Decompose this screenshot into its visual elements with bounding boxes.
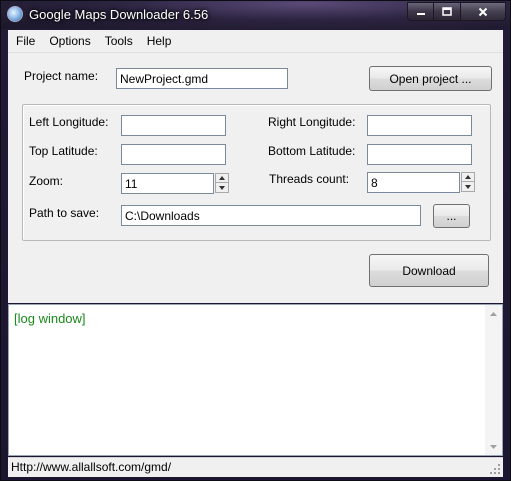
maximize-icon xyxy=(442,7,452,16)
zoom-label: Zoom: xyxy=(29,174,64,188)
menu-bar: File Options Tools Help xyxy=(8,30,503,53)
spin-up-icon xyxy=(219,176,225,180)
project-name-label: Project name: xyxy=(24,69,99,83)
threads-count-input[interactable] xyxy=(367,172,460,193)
threads-spin-down[interactable] xyxy=(461,182,475,192)
minimize-button[interactable] xyxy=(407,2,434,21)
scroll-up-button[interactable] xyxy=(485,305,502,322)
close-icon xyxy=(478,7,488,16)
bottom-latitude-label: Bottom Latitude: xyxy=(268,144,356,158)
zoom-input[interactable] xyxy=(121,173,214,194)
scroll-down-icon xyxy=(490,444,497,449)
right-longitude-input[interactable] xyxy=(367,115,472,136)
menu-tools[interactable]: Tools xyxy=(99,34,139,48)
globe-icon[interactable] xyxy=(7,6,23,22)
app-window: Google Maps Downloader 6.56 File Options… xyxy=(0,0,511,481)
menu-file[interactable]: File xyxy=(10,34,41,48)
spin-up-icon xyxy=(465,175,471,179)
path-to-save-label: Path to save: xyxy=(29,206,100,220)
spin-down-icon xyxy=(465,184,471,189)
threads-count-label: Threads count: xyxy=(269,172,350,186)
status-url: Http://www.allallsoft.com/gmd/ xyxy=(11,460,172,474)
open-project-button[interactable]: Open project ... xyxy=(369,66,492,91)
browse-button[interactable]: ... xyxy=(433,204,470,228)
left-longitude-input[interactable] xyxy=(121,115,226,136)
log-text: [log window] xyxy=(14,311,86,326)
client-area: Project name: Open project ... Left Long… xyxy=(8,53,503,303)
caption-buttons xyxy=(407,2,506,21)
right-longitude-label: Right Longitude: xyxy=(268,115,356,129)
threads-spinner xyxy=(461,172,475,192)
top-latitude-input[interactable] xyxy=(121,144,226,165)
zoom-spin-up[interactable] xyxy=(215,173,229,183)
bottom-latitude-input[interactable] xyxy=(367,144,472,165)
project-name-input[interactable] xyxy=(116,68,288,89)
status-bar: Http://www.allallsoft.com/gmd/ xyxy=(8,457,503,477)
close-button[interactable] xyxy=(461,2,506,21)
title-bar[interactable]: Google Maps Downloader 6.56 xyxy=(1,1,510,29)
zoom-spinner xyxy=(215,173,229,193)
menu-help[interactable]: Help xyxy=(141,34,178,48)
left-longitude-label: Left Longitude: xyxy=(29,115,109,129)
resize-grip-icon[interactable] xyxy=(489,463,501,475)
window-title: Google Maps Downloader 6.56 xyxy=(29,7,209,22)
top-latitude-label: Top Latitude: xyxy=(29,144,98,158)
spin-down-icon xyxy=(219,185,225,190)
scroll-up-icon xyxy=(490,311,497,316)
log-window[interactable]: [log window] xyxy=(8,304,503,456)
zoom-spin-down[interactable] xyxy=(215,183,229,193)
maximize-button[interactable] xyxy=(434,2,461,21)
menu-options[interactable]: Options xyxy=(43,34,96,48)
minimize-icon xyxy=(416,12,425,15)
scroll-down-button[interactable] xyxy=(485,438,502,455)
log-scrollbar[interactable] xyxy=(485,305,502,455)
threads-spin-up[interactable] xyxy=(461,172,475,182)
download-button[interactable]: Download xyxy=(369,254,489,287)
path-to-save-input[interactable] xyxy=(121,205,421,226)
